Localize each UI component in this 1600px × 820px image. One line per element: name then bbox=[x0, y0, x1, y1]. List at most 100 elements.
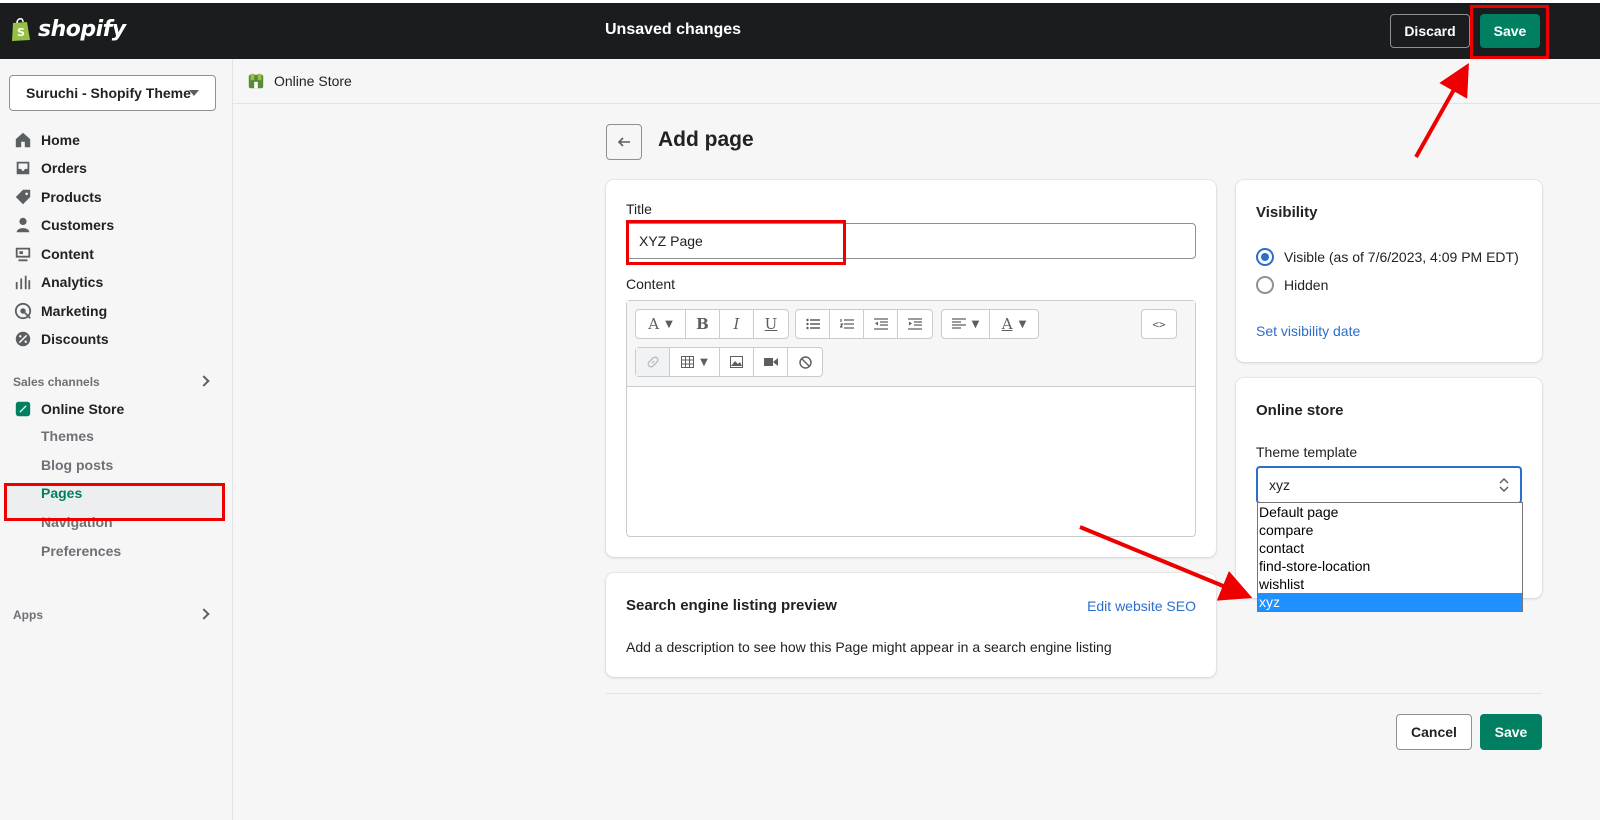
save-highlight-box bbox=[1470, 5, 1549, 59]
sidebar-item-label: Customers bbox=[41, 217, 115, 233]
save-button-bottom[interactable]: Save bbox=[1480, 714, 1542, 750]
sidebar-item-label: Orders bbox=[41, 160, 87, 176]
title-field-label: Title bbox=[626, 201, 652, 217]
video-icon bbox=[763, 358, 778, 366]
image-icon bbox=[730, 356, 743, 368]
italic-button[interactable]: I bbox=[720, 310, 754, 338]
sidebar-item-orders[interactable]: Orders bbox=[14, 156, 87, 180]
theme-template-dropdown: Default page compare contact find-store-… bbox=[1257, 502, 1523, 612]
underline-button[interactable]: U bbox=[754, 310, 788, 338]
radio-unchecked-icon[interactable] bbox=[1256, 276, 1274, 294]
outdent-button[interactable] bbox=[864, 310, 898, 338]
show-html-button[interactable]: <> bbox=[1142, 310, 1176, 338]
numbered-list-icon bbox=[839, 319, 854, 329]
sidebar-subitem-themes[interactable]: Themes bbox=[41, 428, 94, 444]
store-selector[interactable]: Suruchi - Shopify Theme bbox=[9, 75, 216, 111]
pages-highlight-box bbox=[4, 483, 225, 521]
clear-formatting-icon bbox=[798, 355, 812, 369]
breadcrumb-label: Online Store bbox=[274, 73, 352, 89]
sidebar-item-label: Home bbox=[41, 132, 80, 148]
edit-seo-link[interactable]: Edit website SEO bbox=[1087, 598, 1196, 614]
numbered-list-button[interactable] bbox=[830, 310, 864, 338]
back-button[interactable] bbox=[606, 124, 642, 160]
chevron-down-icon: ▼ bbox=[971, 318, 980, 330]
sidebar-item-online-store[interactable]: Online Store bbox=[14, 397, 124, 421]
bullet-list-button[interactable] bbox=[796, 310, 830, 338]
text-color-button[interactable]: A ▼ bbox=[990, 310, 1038, 338]
set-visibility-date-link[interactable]: Set visibility date bbox=[1256, 323, 1360, 339]
sidebar-item-marketing[interactable]: Marketing bbox=[14, 299, 107, 323]
target-icon bbox=[14, 302, 32, 320]
content-icon bbox=[15, 247, 31, 262]
home-icon bbox=[15, 132, 31, 148]
dropdown-option[interactable]: compare bbox=[1258, 521, 1522, 539]
dropdown-option[interactable]: Default page bbox=[1258, 503, 1522, 521]
sidebar-item-products[interactable]: Products bbox=[14, 185, 102, 209]
bold-button[interactable]: B bbox=[686, 310, 720, 338]
sidebar-item-label: Marketing bbox=[41, 303, 108, 319]
link-button[interactable] bbox=[636, 348, 670, 376]
shopify-bag-icon: S bbox=[12, 17, 30, 41]
visibility-title: Visibility bbox=[1256, 204, 1318, 221]
align-left-icon bbox=[951, 318, 966, 329]
content-editor: A ▼ B I U ▼ A ▼ <> ▼ bbox=[626, 300, 1196, 537]
text-style-button[interactable]: A ▼ bbox=[636, 310, 686, 338]
link-icon bbox=[647, 356, 658, 368]
arrow-left-icon bbox=[617, 137, 630, 147]
sidebar-item-content[interactable]: Content bbox=[14, 242, 94, 266]
insert-group: ▼ bbox=[635, 347, 823, 377]
cancel-button[interactable]: Cancel bbox=[1396, 714, 1472, 750]
shopify-logo[interactable]: S shopify bbox=[10, 16, 126, 42]
sidebar-item-customers[interactable]: Customers bbox=[14, 213, 114, 237]
html-group: <> bbox=[1141, 309, 1177, 339]
sidebar: Suruchi - Shopify Theme Home Orders Prod… bbox=[0, 59, 233, 820]
clear-formatting-button[interactable] bbox=[788, 348, 822, 376]
title-highlight-box bbox=[626, 220, 846, 265]
chevron-right-icon[interactable] bbox=[198, 608, 210, 620]
sidebar-item-discounts[interactable]: Discounts bbox=[14, 327, 109, 351]
chevron-down-icon: ▼ bbox=[665, 318, 673, 330]
top-strip bbox=[0, 0, 1600, 3]
unsaved-changes-text: Unsaved changes bbox=[605, 21, 742, 38]
visibility-card: Visibility Visible (as of 7/6/2023, 4:09… bbox=[1236, 180, 1542, 362]
store-name: Suruchi - Shopify Theme bbox=[26, 85, 191, 101]
dropdown-option[interactable]: wishlist bbox=[1258, 575, 1522, 593]
editor-body[interactable] bbox=[627, 387, 1195, 536]
hidden-option[interactable]: Hidden bbox=[1256, 276, 1328, 294]
tag-icon bbox=[15, 189, 31, 205]
alignment-group: ▼ A ▼ bbox=[941, 309, 1039, 339]
discount-icon bbox=[15, 331, 31, 347]
person-icon bbox=[16, 217, 30, 233]
chevron-down-icon: ▼ bbox=[700, 356, 708, 368]
editor-toolbar: A ▼ B I U ▼ A ▼ <> ▼ bbox=[627, 301, 1195, 387]
theme-template-select[interactable]: xyz bbox=[1256, 466, 1522, 504]
content-field-label: Content bbox=[626, 276, 676, 292]
sidebar-item-label: Online Store bbox=[41, 401, 125, 417]
caret-down-icon bbox=[189, 90, 199, 96]
svg-text:S: S bbox=[17, 26, 25, 39]
visible-option[interactable]: Visible (as of 7/6/2023, 4:09 PM EDT) bbox=[1256, 248, 1519, 266]
dropdown-option[interactable]: contact bbox=[1258, 539, 1522, 557]
table-button[interactable]: ▼ bbox=[670, 348, 720, 376]
seo-preview-title: Search engine listing preview bbox=[626, 597, 837, 614]
orders-icon bbox=[16, 161, 30, 175]
chevron-down-icon: ▼ bbox=[1018, 318, 1027, 330]
top-bar: S shopify Unsaved changes Discard Save bbox=[0, 0, 1600, 59]
chevron-right-icon[interactable] bbox=[198, 375, 210, 387]
sidebar-subitem-blog-posts[interactable]: Blog posts bbox=[41, 457, 113, 473]
sales-channels-label: Sales channels bbox=[13, 375, 100, 389]
align-button[interactable]: ▼ bbox=[942, 310, 990, 338]
discard-button[interactable]: Discard bbox=[1390, 14, 1470, 48]
sidebar-subitem-preferences[interactable]: Preferences bbox=[41, 543, 121, 559]
insert-image-button[interactable] bbox=[720, 348, 754, 376]
insert-video-button[interactable] bbox=[754, 348, 788, 376]
apps-label: Apps bbox=[13, 608, 43, 622]
table-icon bbox=[681, 356, 695, 368]
breadcrumb[interactable]: Online Store bbox=[247, 72, 352, 90]
dropdown-option[interactable]: find-store-location bbox=[1258, 557, 1522, 575]
sidebar-item-home[interactable]: Home bbox=[14, 128, 80, 152]
indent-button[interactable] bbox=[898, 310, 932, 338]
sidebar-item-analytics[interactable]: Analytics bbox=[14, 270, 103, 294]
dropdown-option-selected[interactable]: xyz bbox=[1258, 593, 1522, 611]
radio-checked-icon[interactable] bbox=[1256, 248, 1274, 266]
